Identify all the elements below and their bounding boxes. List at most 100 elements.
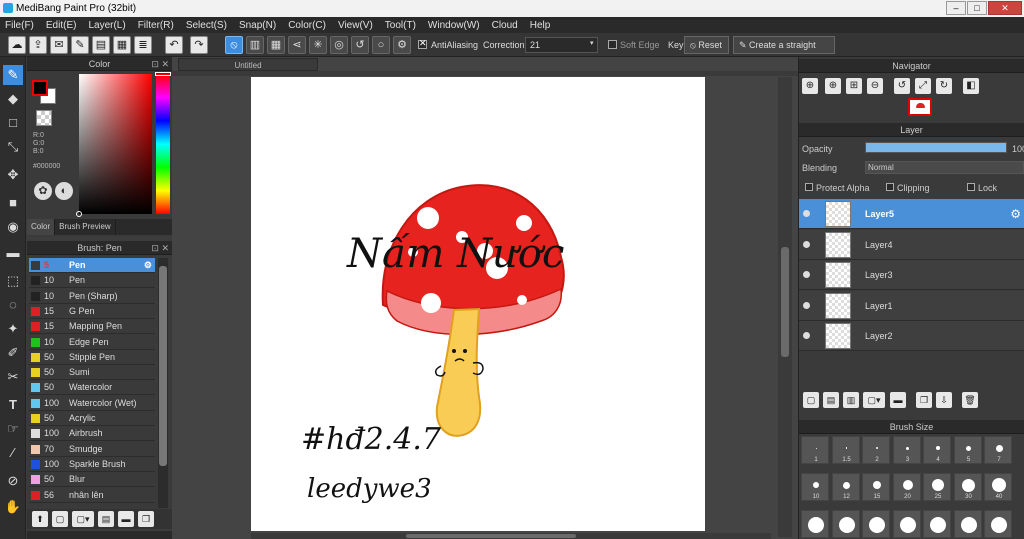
dropper-tool-icon[interactable]: ⁄ — [3, 443, 23, 463]
gradient-tool-icon[interactable]: ▬ — [3, 243, 23, 263]
menu-cloud[interactable]: Cloud — [492, 20, 518, 31]
color-history-icon[interactable]: ◐ — [55, 182, 73, 200]
close-button[interactable]: ✕ — [988, 1, 1022, 15]
layer-row[interactable]: Layer4 — [799, 229, 1024, 260]
canvas-vertical-scrollbar[interactable] — [778, 77, 792, 537]
text-tool-icon[interactable]: T — [3, 395, 23, 415]
fill-shape-tool-icon[interactable]: ■ — [3, 193, 23, 213]
layer-row[interactable]: Layer2 — [799, 321, 1024, 351]
tab-color[interactable]: Color — [27, 219, 56, 235]
tab-brush-preview[interactable]: Brush Preview — [55, 219, 116, 235]
brush-item[interactable]: 56 nhân lên — [29, 488, 155, 503]
scrollbar-thumb[interactable] — [781, 247, 789, 357]
brush-item[interactable]: 50 Sumi — [29, 365, 155, 381]
menu-edit[interactable]: Edit(E) — [46, 20, 77, 31]
line-tool-icon[interactable]: ⤡ — [3, 137, 23, 157]
grid-snap-icon[interactable]: ▦ — [267, 36, 285, 54]
zoom-out-icon[interactable]: ⊖ — [867, 78, 883, 94]
menu-filter[interactable]: Filter(R) — [138, 20, 174, 31]
lock-checkbox[interactable] — [967, 183, 975, 191]
brush-item[interactable]: 100 Sparkle Brush — [29, 457, 155, 472]
brush-item[interactable]: 5 Pen ⚙ — [29, 258, 155, 273]
brush-item[interactable]: 70 Smudge — [29, 442, 155, 457]
blending-select[interactable]: Normal — [865, 161, 1024, 174]
brush-item[interactable]: 100 Airbrush — [29, 426, 155, 442]
brush-item[interactable]: 10 Edge Pen — [29, 335, 155, 350]
brush-size-option[interactable]: 15 — [862, 473, 890, 501]
brush-item[interactable]: 50 Stipple Pen — [29, 350, 155, 365]
brush-size-option[interactable] — [862, 510, 890, 538]
brush-size-option[interactable]: 4 — [923, 436, 951, 464]
visibility-icon[interactable] — [803, 301, 810, 309]
brush-size-option[interactable]: 10 — [801, 473, 829, 501]
duplicate-layer-icon[interactable]: ❐ — [916, 392, 932, 408]
layer-row[interactable]: Layer1 — [799, 290, 1024, 321]
select-rect-tool-icon[interactable]: ⬚ — [3, 271, 23, 291]
hue-slider[interactable] — [155, 72, 171, 214]
protect-alpha-checkbox[interactable] — [805, 183, 813, 191]
opacity-slider[interactable] — [865, 142, 1007, 153]
circle-snap-icon[interactable]: ◎ — [330, 36, 348, 54]
perspective-snap-icon[interactable]: ⋖ — [288, 36, 306, 54]
document-icon[interactable]: ▤ — [92, 36, 110, 54]
brush-size-option[interactable] — [892, 510, 921, 538]
hand-tool-icon[interactable]: ✋ — [3, 497, 23, 517]
visibility-icon[interactable] — [803, 210, 810, 217]
brush-size-option[interactable]: 25 — [923, 473, 951, 501]
duplicate-icon[interactable]: ❐ — [138, 511, 154, 527]
straight-line-button[interactable]: ✎ Create a straight line — [733, 36, 835, 66]
brush-size-option[interactable]: 7 — [984, 436, 1012, 464]
new-8bit-layer-icon[interactable]: ▥ — [843, 392, 859, 408]
soft-edge-checkbox[interactable] — [608, 40, 617, 49]
reset-button[interactable]: ⦸ Reset — [684, 36, 729, 54]
brush-item[interactable]: 10 Pen — [29, 273, 155, 289]
redo-icon[interactable]: ↷ — [190, 36, 208, 54]
ring-snap-icon[interactable]: ○ — [372, 36, 390, 54]
list-doc-icon[interactable]: ≣ — [134, 36, 152, 54]
brush-item[interactable]: 50 Blur — [29, 472, 155, 488]
curve-snap-icon[interactable]: ↺ — [351, 36, 369, 54]
menu-snap[interactable]: Snap(N) — [239, 20, 276, 31]
menu-layer[interactable]: Layer(L) — [88, 20, 125, 31]
menu-view[interactable]: View(V) — [338, 20, 373, 31]
magic-wand-tool-icon[interactable]: ✦ — [3, 319, 23, 339]
visibility-icon[interactable] — [803, 332, 810, 339]
note-icon[interactable]: ✎ — [71, 36, 89, 54]
comment-icon[interactable]: ✉ — [50, 36, 68, 54]
picker-cursor[interactable] — [76, 211, 82, 217]
chevron-down-icon[interactable]: ▾ — [590, 39, 594, 47]
eyedropper-tool-icon[interactable]: ⊘ — [3, 471, 23, 491]
menu-color[interactable]: Color(C) — [288, 20, 326, 31]
rectangle-tool-icon[interactable]: □ — [3, 113, 23, 133]
hue-marker[interactable] — [155, 72, 171, 76]
layer-folder-icon[interactable]: ▬ — [890, 392, 906, 408]
brush-menu-icon[interactable]: ▢▾ — [72, 511, 94, 527]
delete-layer-icon[interactable]: 🗑 — [962, 392, 978, 408]
rotate-right-icon[interactable]: ↻ — [936, 78, 952, 94]
menu-file[interactable]: File(F) — [5, 20, 34, 31]
brush-size-option[interactable] — [801, 510, 829, 538]
menu-help[interactable]: Help — [530, 20, 551, 31]
fit-icon[interactable]: ⊞ — [846, 78, 862, 94]
add-brush-icon[interactable]: ⬆ — [32, 511, 48, 527]
gear-icon[interactable]: ⚙ — [1010, 207, 1021, 221]
saturation-value-picker[interactable] — [76, 74, 152, 217]
select-pen-tool-icon[interactable]: ✐ — [3, 343, 23, 363]
zoom-in-alt-icon[interactable]: ⊕ — [825, 78, 841, 94]
new-halftone-layer-icon[interactable]: ▤ — [823, 392, 839, 408]
merge-layer-icon[interactable]: ⇩ — [936, 392, 952, 408]
new-brush-icon[interactable]: ▢ — [52, 511, 68, 527]
document-tab[interactable]: Untitled — [178, 58, 318, 71]
brush-item[interactable]: 50 Watercolor — [29, 380, 155, 396]
brush-size-option[interactable]: 30 — [953, 473, 982, 501]
zoom-in-icon[interactable]: ⊕ — [802, 78, 818, 94]
rotate-left-icon[interactable]: ↺ — [894, 78, 910, 94]
brush-size-option[interactable]: 3 — [892, 436, 921, 464]
brush-item[interactable]: 15 Mapping Pen — [29, 319, 155, 335]
brush-item[interactable]: 100 Watercolor (Wet) — [29, 396, 155, 411]
brush-size-option[interactable]: 1 — [801, 436, 829, 464]
scrollbar-thumb[interactable] — [406, 534, 576, 538]
layer-row[interactable]: Layer3 — [799, 260, 1024, 290]
actual-size-icon[interactable]: ⤢ — [915, 78, 931, 94]
cloud-icon[interactable]: ☁ — [8, 36, 26, 54]
